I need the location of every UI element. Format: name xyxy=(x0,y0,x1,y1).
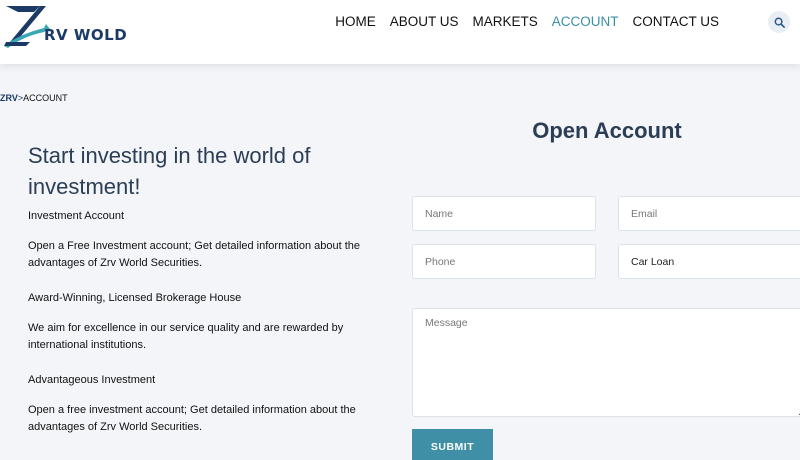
breadcrumb-current: ACCOUNT xyxy=(23,93,68,103)
site-header: RV WOLD HOME ABOUT US MARKETS ACCOUNT CO… xyxy=(0,0,800,64)
site-logo[interactable]: RV WOLD xyxy=(0,2,130,50)
phone-input[interactable] xyxy=(412,244,596,279)
feature-item: Award-Winning, Licensed Brokerage House … xyxy=(28,292,378,354)
nav-home[interactable]: HOME xyxy=(328,14,383,29)
feature-item: Advantageous Investment Open a free inve… xyxy=(28,374,378,436)
subject-selected-value: Car Loan xyxy=(631,255,675,268)
feature-title: Award-Winning, Licensed Brokerage House xyxy=(28,292,242,304)
feature-description: Open a Free Investment account; Get deta… xyxy=(28,240,361,269)
feature-title: Advantageous Investment xyxy=(28,374,156,386)
nav-markets[interactable]: MARKETS xyxy=(465,14,544,29)
form-title: Open Account xyxy=(532,118,682,143)
page-headline: Start investing in the world of investme… xyxy=(28,143,311,199)
feature-description: We aim for excellence in our service qua… xyxy=(28,322,344,351)
feature-title: Investment Account xyxy=(28,210,124,222)
message-textarea[interactable] xyxy=(412,308,800,417)
search-icon xyxy=(774,17,785,28)
nav-contact-us[interactable]: CONTACT US xyxy=(625,14,726,29)
breadcrumb-root-link[interactable]: ZRV xyxy=(0,93,18,103)
submit-button[interactable]: SUBMIT xyxy=(412,429,493,460)
info-section: Start investing in the world of investme… xyxy=(28,140,378,456)
main-nav: HOME ABOUT US MARKETS ACCOUNT CONTACT US xyxy=(328,14,726,29)
nav-account[interactable]: ACCOUNT xyxy=(545,14,626,29)
name-input[interactable] xyxy=(412,196,596,231)
logo-text: RV WOLD xyxy=(44,26,128,44)
email-input[interactable] xyxy=(618,196,800,231)
breadcrumb: ZRV>ACCOUNT xyxy=(0,93,68,103)
nav-about-us[interactable]: ABOUT US xyxy=(383,14,466,29)
subject-select[interactable]: Car Loan xyxy=(618,244,800,279)
feature-item: Investment Account Open a Free Investmen… xyxy=(28,210,378,272)
search-button[interactable] xyxy=(768,11,790,33)
feature-description: Open a free investment account; Get deta… xyxy=(28,404,356,433)
